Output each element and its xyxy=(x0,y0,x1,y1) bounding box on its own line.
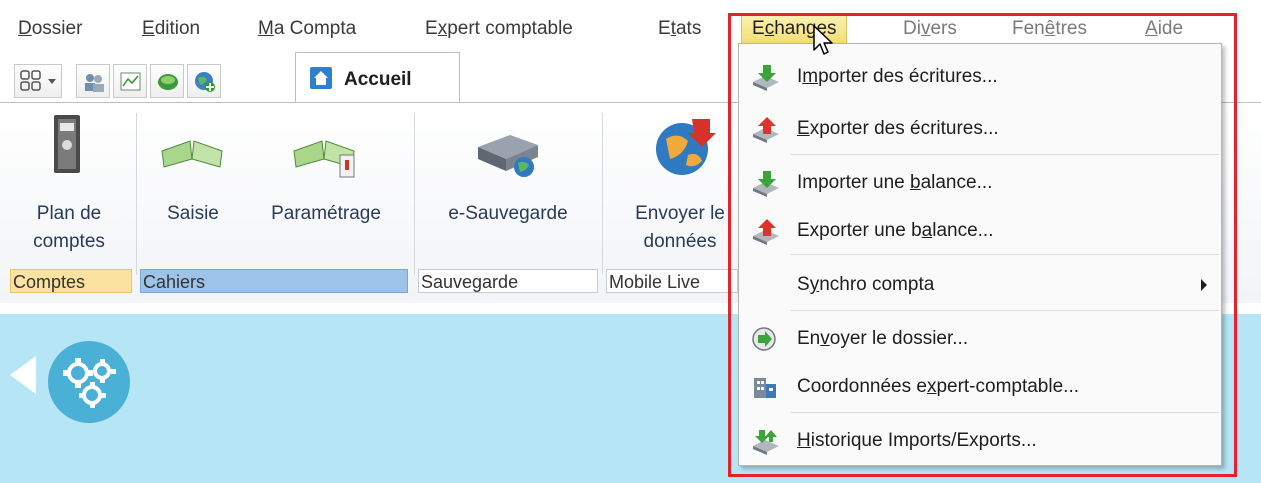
globe-plus-icon xyxy=(195,72,215,92)
green-disk-icon xyxy=(158,74,178,90)
red-highlight-frame xyxy=(728,13,1237,477)
open-book-icon xyxy=(161,140,223,168)
home-icon xyxy=(310,67,332,89)
envoyer-donnees-button[interactable]: Envoyer le données xyxy=(612,113,742,263)
e-sauvegarde-button[interactable]: e-Sauvegarde xyxy=(420,113,596,263)
button-label: Plan de xyxy=(36,203,102,224)
menu-label: E xyxy=(425,18,438,39)
button-label: Envoyer le xyxy=(635,203,725,224)
menu-mnemonic: M xyxy=(258,18,274,39)
chart-button[interactable] xyxy=(113,64,147,98)
server-globe-icon xyxy=(478,135,538,177)
saisie-button[interactable]: Saisie xyxy=(150,113,236,263)
menu-etats[interactable]: Etats xyxy=(658,17,701,41)
button-label: Paramétrage xyxy=(271,203,381,224)
menu-dossier[interactable]: Dossier xyxy=(18,17,82,41)
grid-icon xyxy=(20,70,56,91)
menu-label: E xyxy=(658,18,671,39)
menu-expert-comptable[interactable]: Expert comptable xyxy=(425,17,573,41)
menu-mnemonic: E xyxy=(142,18,155,39)
parametrage-button[interactable]: Paramétrage xyxy=(248,113,404,263)
button-label: données xyxy=(643,231,717,252)
globe-add-button[interactable] xyxy=(187,64,221,98)
plan-comptes-button[interactable]: Plan de comptes xyxy=(14,113,124,263)
menu-label: dition xyxy=(154,18,201,39)
group-separator xyxy=(136,113,137,275)
back-arrow-icon[interactable] xyxy=(10,356,36,394)
disk-button[interactable] xyxy=(150,64,184,98)
menu-label: a Compta xyxy=(273,18,357,39)
binder-icon xyxy=(54,115,80,173)
users-button[interactable] xyxy=(76,64,110,98)
group-label-sauvegarde: Sauvegarde xyxy=(418,269,598,293)
menu-label: ats xyxy=(675,18,702,39)
mouse-cursor-icon xyxy=(813,25,833,55)
group-label-cahiers: Cahiers xyxy=(140,269,408,293)
tab-accueil[interactable]: Accueil xyxy=(295,52,460,102)
menu-label: ossier xyxy=(31,18,83,39)
settings-gears-button[interactable] xyxy=(48,341,130,423)
book-settings-icon xyxy=(293,140,355,178)
group-separator xyxy=(414,113,415,275)
button-label: e-Sauvegarde xyxy=(448,203,568,224)
group-label-comptes: Comptes xyxy=(10,269,132,293)
button-label: Saisie xyxy=(167,203,219,224)
group-label-mobile-live: Mobile Live xyxy=(606,269,738,293)
gears-icon xyxy=(63,358,116,408)
tab-label: Accueil xyxy=(344,69,412,90)
menu-mnemonic: D xyxy=(18,18,32,39)
layout-grid-button[interactable] xyxy=(14,64,62,98)
menu-label: pert comptable xyxy=(447,18,573,39)
globe-arrow-icon xyxy=(656,119,716,175)
menu-edition[interactable]: Edition xyxy=(142,17,200,41)
chart-icon xyxy=(120,72,141,91)
users-icon xyxy=(85,74,104,92)
button-label: comptes xyxy=(33,231,105,252)
menu-mnemonic: x xyxy=(437,18,448,39)
group-separator xyxy=(602,113,603,275)
menu-ma-compta[interactable]: Ma Compta xyxy=(258,17,356,41)
